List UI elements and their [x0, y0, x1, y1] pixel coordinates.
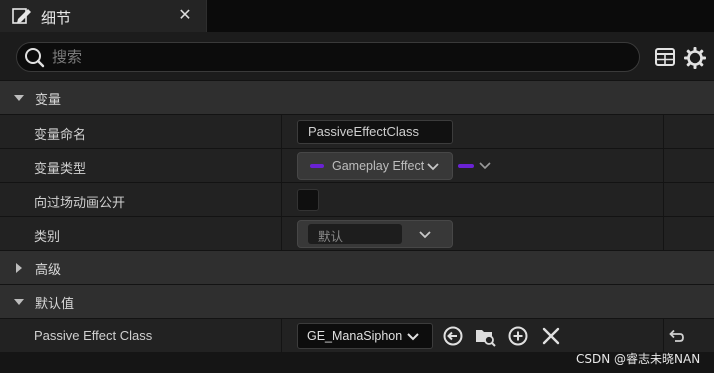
property-row-expose-cinematic: 向过场动画公开 [0, 182, 714, 217]
section-label: 变量 [35, 93, 62, 108]
type-pin-icon [310, 164, 324, 168]
use-selected-asset-icon[interactable] [442, 325, 464, 347]
property-label: 变量类型 [34, 162, 87, 177]
chevron-down-icon [14, 95, 24, 101]
class-picker-value: GE_ManaSiphon [307, 329, 403, 343]
search-input[interactable] [52, 46, 612, 68]
search-bar [0, 32, 714, 80]
browse-folder-icon[interactable] [474, 325, 496, 347]
section-header-advanced[interactable]: 高级 [0, 250, 714, 284]
variable-name-field[interactable]: PassiveEffectClass [297, 120, 453, 144]
container-type-chevron-icon[interactable] [478, 161, 492, 171]
chevron-down-icon [427, 163, 439, 171]
chevron-down-icon [407, 333, 419, 341]
chevron-down-icon[interactable] [418, 230, 432, 240]
property-row-var-name: 变量命名 PassiveEffectClass [0, 114, 714, 149]
gear-icon[interactable] [683, 46, 707, 70]
tab-details[interactable]: 细节 ✕ [0, 0, 207, 32]
category-input[interactable]: 默认 [308, 224, 402, 244]
chevron-down-icon [14, 299, 24, 305]
reset-to-default-icon[interactable] [666, 326, 686, 346]
category-combobox[interactable]: 默认 [297, 220, 453, 248]
close-icon[interactable]: ✕ [174, 4, 196, 26]
property-row-category: 类别 默认 [0, 216, 714, 251]
tab-title: 细节 [41, 9, 72, 27]
pencil-note-icon [12, 8, 31, 24]
chevron-right-icon [16, 263, 22, 273]
property-label: Passive Effect Class [34, 328, 153, 343]
section-label: 高级 [35, 263, 62, 278]
property-label: 变量命名 [34, 128, 87, 143]
property-row-passive-effect-class: Passive Effect Class GE_ManaSiphon [0, 318, 714, 353]
class-picker-dropdown[interactable]: GE_ManaSiphon [297, 323, 433, 349]
section-header-default-value[interactable]: 默认值 [0, 284, 714, 318]
variable-type-value: Gameplay Effect [332, 159, 424, 173]
expose-to-cinematics-checkbox[interactable] [297, 189, 319, 211]
search-icon [25, 48, 45, 68]
table-icon[interactable] [654, 46, 676, 68]
clear-icon[interactable] [540, 325, 562, 347]
container-type-pin-icon[interactable] [458, 164, 474, 168]
property-label: 类别 [34, 230, 61, 245]
watermark-text: CSDN @睿志未晓NAN [576, 352, 701, 366]
section-header-variables[interactable]: 变量 [0, 80, 714, 114]
search-box[interactable] [16, 42, 640, 72]
variable-type-dropdown[interactable]: Gameplay Effect [297, 152, 453, 180]
property-row-var-type: 变量类型 Gameplay Effect [0, 148, 714, 183]
property-label: 向过场动画公开 [34, 196, 126, 211]
tab-strip: 细节 ✕ [0, 0, 714, 32]
add-icon[interactable] [507, 325, 529, 347]
section-label: 默认值 [35, 297, 75, 312]
